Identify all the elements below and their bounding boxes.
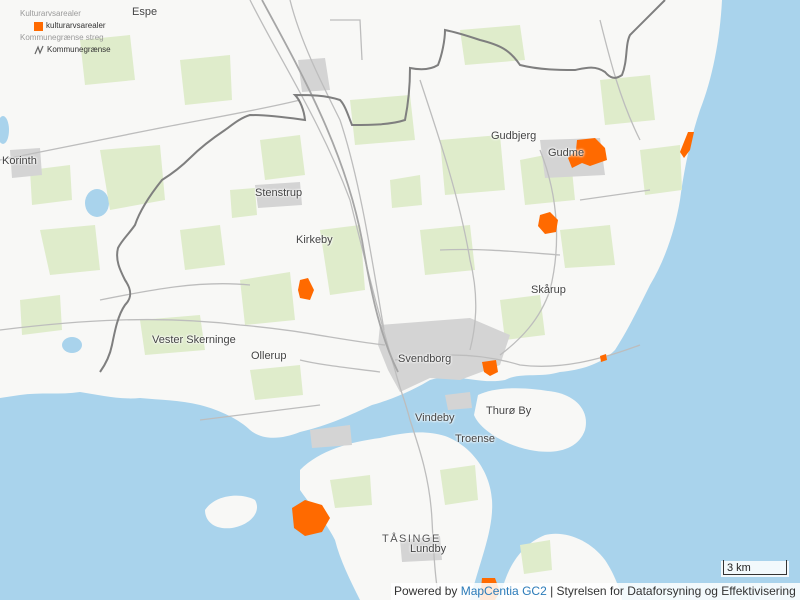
place-label-kirkeby: Kirkeby [296,234,333,246]
border-line-icon [34,45,44,55]
place-label-vester-skerninge: Vester Skerninge [152,334,236,346]
map-canvas[interactable] [0,0,800,600]
place-label-svendborg: Svendborg [398,353,452,365]
place-label-gudbjerg: Gudbjerg [491,130,537,142]
legend-item-heritage-label: kulturarvsarealer [46,21,106,30]
place-label-skarup: Skårup [531,284,566,296]
scale-bar: 3 km [721,560,789,577]
legend-item-border-label: Kommunegrænse [47,45,111,54]
place-label-troense: Troense [455,433,495,445]
place-label-espe: Espe [132,6,158,18]
legend-item-border: Kommunegrænse [20,44,111,56]
place-label-lundby: Lundby [410,543,447,555]
heritage-swatch-icon [34,21,43,31]
attribution-prefix: Powered by [394,584,461,598]
place-label-gudme: Gudme [548,147,585,159]
attribution-link[interactable]: MapCentia GC2 [461,584,547,598]
legend-item-heritage: kulturarvsarealer [20,20,111,32]
map-legend: Kulturarvsarealer kulturarvsarealer Komm… [20,8,111,56]
place-label-stenstrup: Stenstrup [255,187,303,199]
attribution-suffix: | Styrelsen for Dataforsyning og Effekti… [546,584,796,598]
lake-west [62,337,82,353]
scale-bar-label: 3 km [727,562,751,574]
place-label-vindeby: Vindeby [415,412,455,424]
place-label-thuro-by: Thurø By [486,405,532,417]
attribution-bar: Powered by MapCentia GC2 | Styrelsen for… [391,583,800,600]
legend-group-title-heritage: Kulturarvsarealer [20,9,81,18]
place-label-ollerup: Ollerup [251,350,287,362]
legend-group-title-border: Kommunegrænse streg [20,33,104,42]
lake-korinth [85,189,109,217]
place-label-korinth: Korinth [2,155,37,167]
